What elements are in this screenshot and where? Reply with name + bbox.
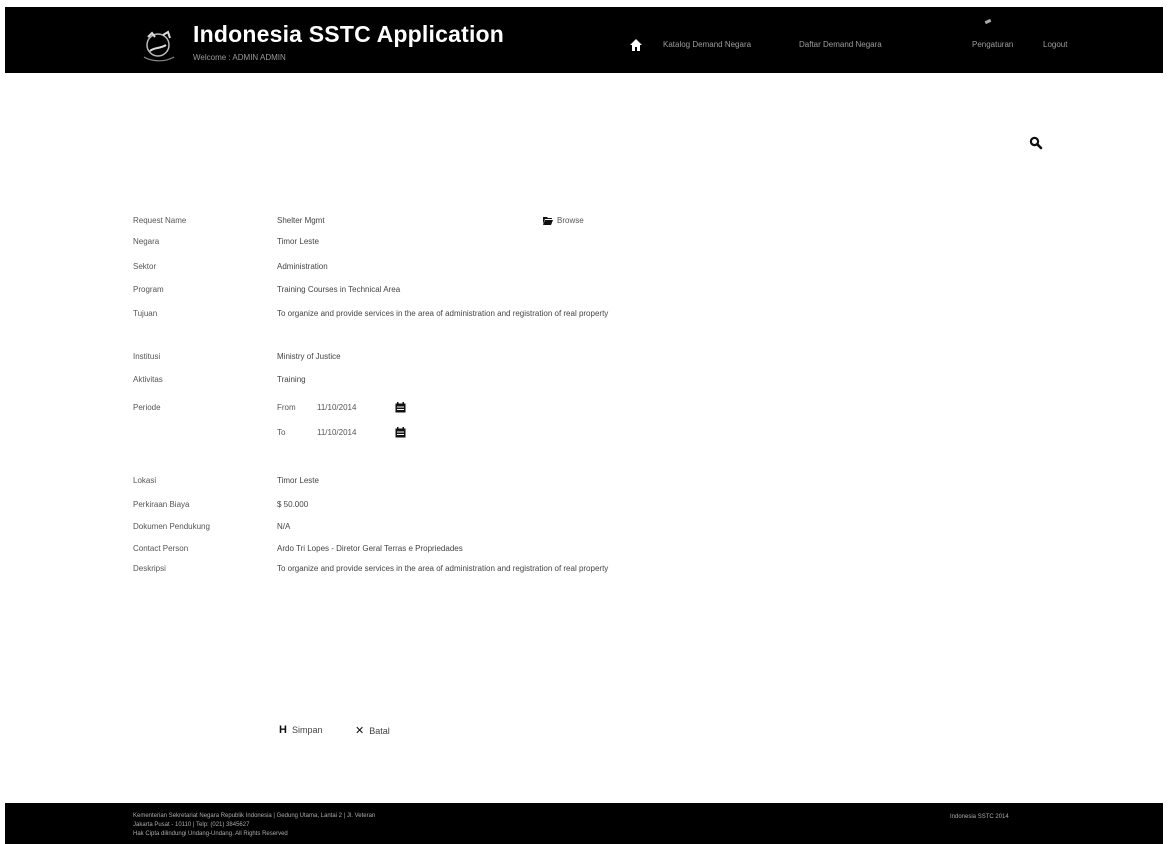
from-label: From — [277, 403, 296, 412]
value-funding: N/A — [277, 522, 291, 531]
footer: Kementerian Sekretariat Negara Republik … — [5, 803, 1163, 844]
label-institution: Institusi — [133, 352, 161, 361]
calendar-icon[interactable] — [395, 427, 406, 438]
top-navbar: Indonesia SSTC Application Welcome : ADM… — [5, 7, 1163, 73]
from-date-value: 11/10/2014 — [317, 403, 357, 412]
to-date-value: 11/10/2014 — [317, 428, 357, 437]
value-request-name: Shelter Mgmt — [277, 216, 325, 225]
footer-contact-line: Jakarta Pusat - 10110 | Telp: (021) 3845… — [133, 822, 250, 828]
label-description: Deskripsi — [133, 564, 166, 573]
home-icon[interactable] — [629, 38, 643, 52]
label-activity: Aktivitas — [133, 375, 163, 384]
value-institution: Ministry of Justice — [277, 352, 341, 361]
nav-settings[interactable]: Pengaturan — [972, 40, 1013, 49]
calendar-icon[interactable] — [395, 402, 406, 413]
nav-katalog-demand[interactable]: Katalog Demand Negara — [663, 40, 751, 49]
browse-button[interactable]: Browse — [543, 216, 584, 225]
value-activity: Training — [277, 375, 306, 384]
footer-right-text: Indonesia SSTC 2014 — [950, 814, 1009, 820]
app-title: Indonesia SSTC Application — [193, 21, 505, 47]
value-cost: $ 50.000 — [277, 500, 309, 509]
label-request-name: Request Name — [133, 216, 187, 225]
close-icon: ✕ — [355, 725, 365, 737]
label-period: Periode — [133, 403, 161, 412]
to-label: To — [277, 428, 286, 437]
logo-icon — [143, 30, 175, 62]
footer-address-line: Kementerian Sekretariat Negara Republik … — [133, 813, 376, 819]
value-description: To organize and provide services in the … — [277, 564, 609, 573]
nav-logout[interactable]: Logout — [1043, 40, 1067, 49]
folder-open-icon — [543, 217, 553, 225]
save-label: Simpan — [291, 725, 323, 735]
browse-label: Browse — [557, 216, 584, 225]
nav-daftar-demand[interactable]: Daftar Demand Negara — [799, 40, 882, 49]
value-location: Timor Leste — [277, 476, 319, 485]
label-country: Negara — [133, 237, 160, 246]
label-contact: Contact Person — [133, 544, 189, 553]
value-purpose: To organize and provide services in the … — [277, 309, 609, 318]
search-icon[interactable] — [1029, 136, 1043, 150]
label-location: Lokasi — [133, 476, 157, 485]
divider — [984, 18, 992, 25]
value-sector: Administration — [277, 262, 328, 271]
save-button[interactable]: H Simpan — [279, 724, 322, 736]
label-funding: Dokumen Pendukung — [133, 522, 210, 531]
label-cost: Perkiraan Biaya — [133, 500, 190, 509]
label-program: Program — [133, 285, 164, 294]
welcome-text: Welcome : ADMIN ADMIN — [193, 53, 286, 62]
value-program: Training Courses in Technical Area — [277, 285, 401, 294]
label-purpose: Tujuan — [133, 309, 158, 318]
cancel-label: Batal — [369, 726, 390, 736]
save-icon: H — [279, 724, 287, 736]
footer-copyright: Hak Cipta dilindungi Undang-Undang. All … — [133, 831, 288, 837]
value-country: Timor Leste — [277, 237, 319, 246]
value-contact: Ardo Tri Lopes - Diretor Geral Terras e … — [277, 544, 463, 553]
label-sector: Sektor — [133, 262, 157, 271]
cancel-button[interactable]: ✕ Batal — [355, 724, 390, 737]
